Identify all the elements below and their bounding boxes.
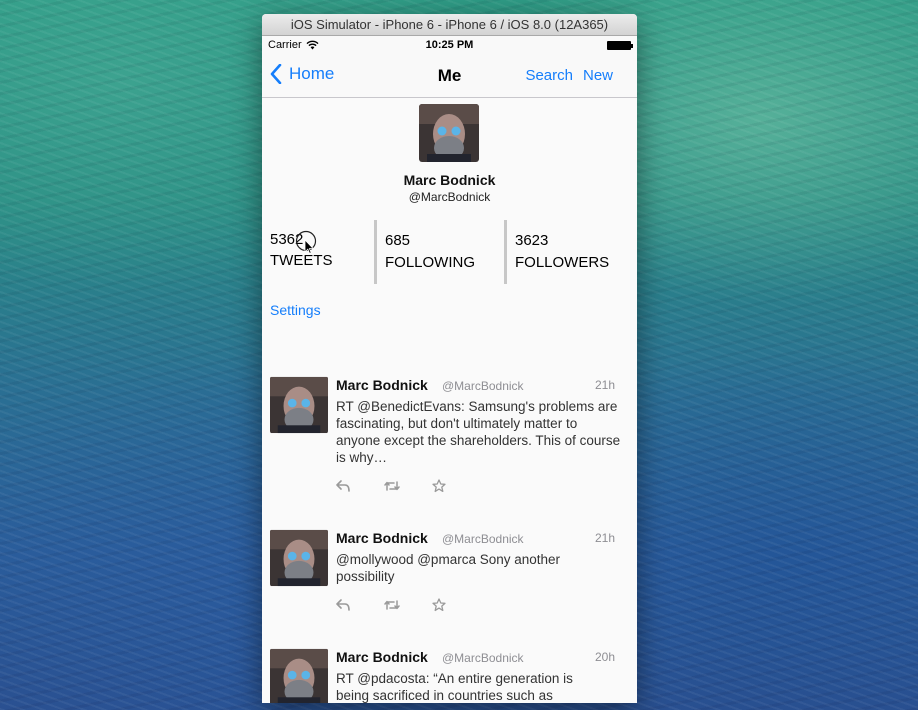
status-bar: Carrier 10:25 PM [262,36,637,54]
profile-avatar[interactable] [419,104,479,162]
avatar-image [270,376,328,434]
avatar-image [270,648,328,703]
navigation-bar: Home Me Search New [262,54,637,98]
back-button-label: Home [289,64,335,83]
tweet-feed: Marc Bodnick @MarcBodnick 21h RT @Benedi… [262,376,637,703]
tweet-avatar[interactable] [270,529,328,587]
reply-icon [336,599,350,611]
tweet-actions [336,597,480,613]
tweet-timestamp: 21h [594,378,615,392]
stat-value: 5362 [270,231,304,248]
tweet-item[interactable]: Marc Bodnick @MarcBodnick 21h @mollywood… [262,529,637,648]
reply-button[interactable] [336,597,384,613]
tweet-item[interactable]: Marc Bodnick @MarcBodnick 21h RT @Benedi… [262,376,637,529]
favorite-button[interactable] [432,478,480,494]
tweet-timestamp: 21h [594,531,615,545]
retweet-icon [384,481,400,491]
new-tweet-button[interactable]: New [583,67,613,84]
star-icon [432,479,446,493]
nav-right-actions: Search New [525,67,613,84]
retweet-icon [384,600,400,610]
tweet-text: RT @pdacosta: “An entire generation is b… [336,671,573,703]
window-title: iOS Simulator - iPhone 6 - iPhone 6 / iO… [262,14,637,36]
retweet-button[interactable] [384,478,432,494]
simulator-window: iOS Simulator - iPhone 6 - iPhone 6 / iO… [262,14,637,703]
profile-name: Marc Bodnick [403,172,496,188]
tweet-author-name[interactable]: Marc Bodnick [336,649,428,665]
avatar-image [270,529,328,587]
stat-followers[interactable]: 3623 FOLLOWERS [504,220,637,284]
star-icon [432,598,446,612]
mouse-cursor-icon [295,230,317,254]
tweet-avatar[interactable] [270,376,328,434]
back-button[interactable]: Home [270,64,334,84]
profile-stats: 5362 TWEETS 685 FOLLOWING 3623 FOLLOWERS [262,220,637,284]
tweet-author-handle: @MarcBodnick [442,532,524,546]
stat-value: 3623 [515,232,549,249]
stat-label: TWEETS [270,252,333,269]
tweet-author-name[interactable]: Marc Bodnick [336,530,428,546]
tweet-author-name[interactable]: Marc Bodnick [336,377,428,393]
tweet-author-handle: @MarcBodnick [442,379,524,393]
tweet-avatar[interactable] [270,648,328,703]
stat-label: FOLLOWING [385,254,476,271]
chevron-left-icon [270,64,282,84]
profile-header: Marc Bodnick @MarcBodnick 5362 TWEETS 68… [262,98,637,294]
settings-link[interactable]: Settings [270,302,321,318]
reply-icon [336,480,350,492]
tweet-item[interactable]: Marc Bodnick @MarcBodnick 20h RT @pdacos… [262,648,637,703]
stat-label: FOLLOWERS [515,254,610,271]
search-button[interactable]: Search [525,67,573,84]
retweet-button[interactable] [384,597,432,613]
tweet-text: @mollywood @pmarca Sony another possibil… [336,552,561,584]
stat-tweets[interactable]: 5362 TWEETS [270,220,374,284]
avatar-image [419,104,479,162]
profile-handle: @MarcBodnick [408,190,491,204]
tweet-actions [336,478,480,494]
tweet-author-handle: @MarcBodnick [442,651,524,665]
reply-button[interactable] [336,478,384,494]
tweet-text: RT @BenedictEvans: Samsung's problems ar… [336,399,621,465]
tweet-timestamp: 20h [594,650,615,664]
status-time: 10:25 PM [425,39,474,51]
stat-value: 685 [385,232,411,249]
stat-following[interactable]: 685 FOLLOWING [374,220,504,284]
favorite-button[interactable] [432,597,480,613]
battery-icon [607,41,633,50]
